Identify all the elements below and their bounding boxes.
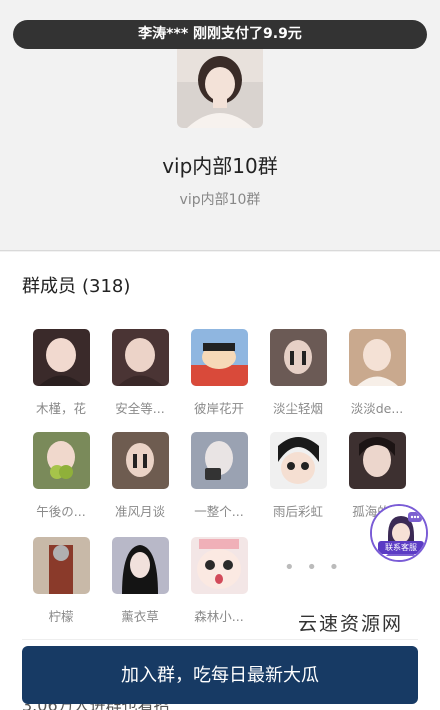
- group-avatar: [177, 42, 263, 128]
- watermark: 云速资源网: [298, 613, 404, 635]
- member-avatar: [190, 537, 248, 594]
- member-avatar: [190, 432, 248, 489]
- member-item[interactable]: 柠檬: [25, 537, 97, 625]
- member-avatar: [190, 329, 248, 386]
- member-avatar: [111, 537, 169, 594]
- member-item[interactable]: 安全等...: [104, 329, 176, 417]
- member-name: 柠檬: [48, 609, 74, 624]
- member-name: 雨后彩虹: [272, 504, 323, 519]
- member-item[interactable]: 木槿，花: [25, 329, 97, 417]
- member-item[interactable]: 森林小...: [183, 537, 255, 625]
- more-members-indicator[interactable]: • • •: [284, 557, 342, 578]
- member-name: 淡尘轻烟: [272, 401, 323, 416]
- members-heading: 群成员 (318): [22, 272, 130, 298]
- customer-service-button[interactable]: 联系客服: [370, 504, 428, 562]
- member-avatar: [111, 432, 169, 489]
- member-item[interactable]: 午後の...: [25, 432, 97, 520]
- members-count: (318): [82, 276, 131, 297]
- member-avatar: [348, 329, 406, 386]
- member-name: 一整个...: [194, 504, 244, 519]
- member-avatar: [348, 432, 406, 489]
- member-item[interactable]: 雨后彩虹: [262, 432, 334, 520]
- group-subtitle: vip内部10群: [179, 192, 261, 208]
- member-item[interactable]: 一整个...: [183, 432, 255, 520]
- member-avatar: [32, 432, 90, 489]
- member-name: 准风月谈: [114, 504, 165, 519]
- member-name: 彼岸花开: [193, 401, 244, 416]
- members-section: 群成员 (318) 木槿，花 安全等... 彼岸花开 淡尘轻烟 淡淡de... 午…: [0, 252, 440, 710]
- member-item[interactable]: 淡尘轻烟: [262, 329, 334, 417]
- member-name: 安全等...: [115, 401, 165, 416]
- member-item[interactable]: 彼岸花开: [183, 329, 255, 417]
- member-avatar: [32, 537, 90, 594]
- member-name: 木槿，花: [35, 401, 86, 416]
- customer-service-label: 联系客服: [378, 541, 424, 554]
- member-name: 薰衣草: [121, 609, 159, 624]
- member-avatar: [32, 329, 90, 386]
- member-avatar: [111, 329, 169, 386]
- member-item[interactable]: 薰衣草: [104, 537, 176, 625]
- divider: [22, 639, 418, 640]
- payment-ticker: 李涛*** 刚刚支付了9.9元: [13, 20, 427, 49]
- join-group-button[interactable]: 加入群，吃每日最新大瓜: [22, 646, 418, 704]
- group-name: vip内部10群: [162, 154, 278, 178]
- member-item[interactable]: 淡淡de...: [341, 329, 413, 417]
- member-avatar: [269, 329, 327, 386]
- member-name: 淡淡de...: [350, 401, 404, 416]
- member-item[interactable]: 准风月谈: [104, 432, 176, 520]
- member-name: 森林小...: [194, 609, 244, 624]
- members-title: 群成员: [22, 276, 76, 297]
- member-avatar: [269, 432, 327, 489]
- member-name: 午後の...: [36, 504, 86, 519]
